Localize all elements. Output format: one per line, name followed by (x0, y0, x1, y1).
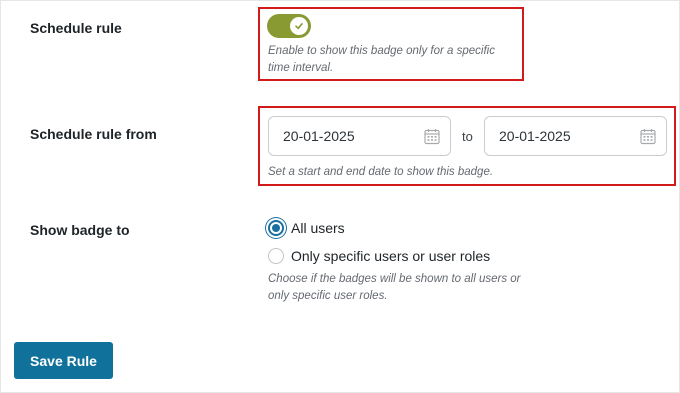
save-rule-button[interactable]: Save Rule (14, 342, 113, 379)
schedule-rule-toggle[interactable] (267, 14, 311, 38)
date-separator: to (462, 129, 473, 144)
show-badge-description: Choose if the badges will be shown to al… (268, 273, 521, 302)
end-date-input[interactable]: 20-01-2025 (484, 116, 667, 156)
radio-specific-users[interactable]: Only specific users or user roles (268, 248, 490, 264)
radio-all-users[interactable]: All users (268, 220, 345, 236)
show-badge-to-label: Show badge to (30, 222, 130, 238)
radio-all-users-label: All users (291, 220, 345, 236)
check-icon (295, 23, 303, 30)
toggle-knob (290, 17, 308, 35)
schedule-rule-label: Schedule rule (30, 20, 122, 36)
radio-button[interactable] (268, 248, 284, 264)
radio-specific-users-label: Only specific users or user roles (291, 248, 491, 264)
calendar-icon[interactable] (640, 128, 656, 145)
schedule-rule-description: Enable to show this badge only for a spe… (268, 45, 495, 74)
end-date-value: 20-01-2025 (499, 128, 571, 144)
start-date-value: 20-01-2025 (283, 128, 355, 144)
start-date-input[interactable]: 20-01-2025 (268, 116, 451, 156)
radio-button-checked[interactable] (268, 220, 284, 236)
calendar-icon[interactable] (424, 128, 440, 145)
schedule-rule-from-label: Schedule rule from (30, 126, 157, 142)
schedule-dates-description: Set a start and end date to show this ba… (268, 166, 494, 178)
